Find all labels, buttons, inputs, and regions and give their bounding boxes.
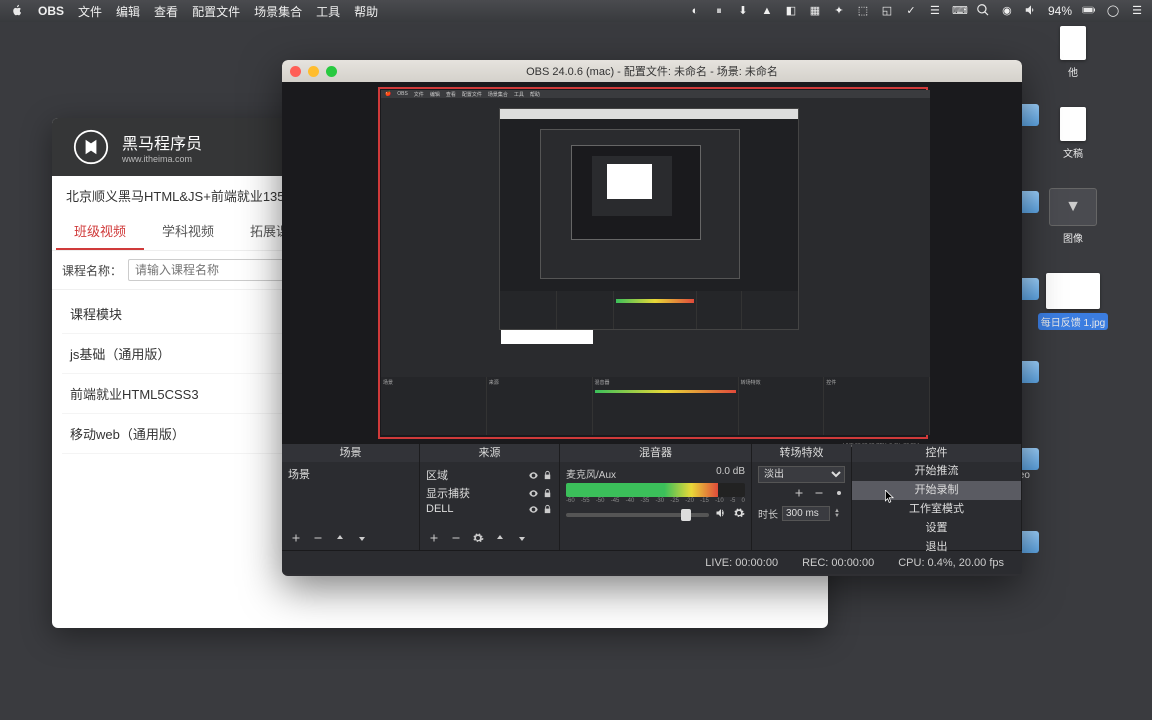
panel-transition: 转场特效 淡出 时长▲▼ — [752, 444, 852, 550]
duration-label: 时长 — [758, 506, 778, 521]
source-item[interactable]: 区域 — [426, 466, 553, 484]
desktop-file[interactable]: 他 — [1043, 26, 1103, 79]
minimize-icon[interactable] — [308, 66, 319, 77]
tray-icon[interactable]: ▲ — [760, 4, 774, 18]
source-item[interactable]: DELL — [426, 502, 553, 516]
remove-icon[interactable] — [813, 487, 825, 502]
panel-title: 控件 — [926, 447, 948, 459]
obs-panels: 场景 场景 来源 区域 显示捕获 DELL — [282, 443, 1022, 550]
tray-icon[interactable]: ⬚ — [856, 4, 870, 18]
status-rec: REC: 00:00:00 — [802, 557, 874, 569]
search-icon[interactable] — [976, 3, 990, 20]
menu-view[interactable]: 查看 — [154, 3, 178, 20]
menu-edit[interactable]: 编辑 — [116, 3, 140, 20]
panel-title: 场景 — [340, 447, 362, 459]
gear-icon[interactable] — [733, 507, 745, 522]
start-record-button[interactable]: 开始录制 — [852, 481, 1021, 500]
lock-icon[interactable] — [542, 504, 553, 515]
tray-icon[interactable]: ◧ — [784, 4, 798, 18]
tray-icon[interactable]: ◯ — [1106, 4, 1120, 18]
panel-title: 来源 — [479, 447, 501, 459]
down-icon[interactable] — [516, 531, 528, 549]
mixer-level: 0.0 dB — [716, 466, 745, 481]
start-stream-button[interactable]: 开始推流 — [852, 462, 1021, 481]
panel-controls: 控件 开始推流 开始录制 工作室模式 设置 退出 — [852, 444, 1022, 550]
eye-icon[interactable] — [528, 504, 539, 515]
lock-icon[interactable] — [542, 470, 553, 481]
menu-app[interactable]: OBS — [38, 4, 64, 18]
settings-button[interactable]: 设置 — [852, 519, 1021, 538]
status-live: LIVE: 00:00:00 — [705, 557, 778, 569]
cursor-icon — [885, 490, 895, 504]
eye-icon[interactable] — [528, 470, 539, 481]
menu-scenes[interactable]: 场景集合 — [254, 3, 302, 20]
menu-file[interactable]: 文件 — [78, 3, 102, 20]
eye-icon[interactable] — [528, 488, 539, 499]
desktop-file-docs[interactable]: 文稿 — [1043, 107, 1103, 160]
tab-class-video[interactable]: 班级视频 — [56, 213, 144, 250]
menu-tools[interactable]: 工具 — [316, 3, 340, 20]
tray-icon[interactable]: ✦ — [832, 4, 846, 18]
transition-select[interactable]: 淡出 — [758, 466, 845, 483]
up-icon[interactable] — [494, 531, 506, 549]
tray-icon[interactable]: ☰ — [928, 4, 942, 18]
logo-title: 黑马程序员 — [122, 130, 202, 154]
tray-icon[interactable]: ◐ — [688, 4, 702, 18]
remove-icon[interactable] — [312, 531, 324, 549]
close-icon[interactable] — [290, 66, 301, 77]
mixer-channel: 麦克风/Aux — [566, 466, 616, 481]
volume-icon[interactable] — [1024, 3, 1038, 20]
battery-icon — [1082, 3, 1096, 20]
course-search-input[interactable] — [128, 259, 297, 281]
menu-help[interactable]: 帮助 — [354, 3, 378, 20]
heima-logo-icon — [70, 128, 112, 166]
panel-title: 转场特效 — [780, 447, 824, 459]
desktop-images-stack[interactable]: ▼图像 — [1043, 188, 1103, 245]
macos-menubar: OBS 文件 编辑 查看 配置文件 场景集合 工具 帮助 ◐ ⏸ ⬇ ▲ ◧ ▦… — [0, 0, 1152, 22]
tray-icon[interactable]: ⬇ — [736, 4, 750, 18]
apple-icon[interactable] — [10, 3, 24, 20]
add-icon[interactable] — [793, 487, 805, 502]
gear-icon[interactable] — [833, 487, 845, 502]
zoom-icon[interactable] — [326, 66, 337, 77]
menu-profile[interactable]: 配置文件 — [192, 3, 240, 20]
down-icon[interactable] — [356, 531, 368, 549]
duration-input[interactable] — [782, 506, 830, 521]
panel-mixer: 混音器 麦克风/Aux 0.0 dB -60-55-50-45-40-35-30-… — [560, 444, 752, 550]
desktop-thumb[interactable]: 每日反馈 1.jpg — [1033, 273, 1113, 330]
tray-icon[interactable]: ⏸ — [712, 4, 726, 18]
obs-preview[interactable]: 🍎OBS文件编辑查看配置文件场景集合工具帮助 ● 黑马程序员 北京顺义黑马HTM… — [282, 82, 1022, 443]
battery-text: 94% — [1048, 4, 1072, 18]
tray-icon[interactable]: ⌨ — [952, 4, 966, 18]
logo-subtitle: www.itheima.com — [122, 154, 202, 164]
lock-icon[interactable] — [542, 488, 553, 499]
siri-icon[interactable]: ◉ — [1000, 4, 1014, 18]
panel-scenes: 场景 场景 — [282, 444, 420, 550]
tray-icon[interactable]: ◱ — [880, 4, 894, 18]
speaker-icon[interactable] — [715, 507, 727, 522]
up-icon[interactable] — [334, 531, 346, 549]
obs-titlebar[interactable]: OBS 24.0.6 (mac) - 配置文件: 未命名 - 场景: 未命名 — [282, 60, 1022, 82]
exit-button[interactable]: 退出 — [852, 538, 1021, 557]
tab-subject-video[interactable]: 学科视频 — [144, 213, 232, 250]
add-icon[interactable] — [290, 531, 302, 549]
status-cpu: CPU: 0.4%, 20.00 fps — [898, 557, 1004, 569]
obs-title: OBS 24.0.6 (mac) - 配置文件: 未命名 - 场景: 未命名 — [526, 63, 778, 79]
panel-sources: 来源 区域 显示捕获 DELL — [420, 444, 560, 550]
tray-icon[interactable]: ▦ — [808, 4, 822, 18]
obs-window: OBS 24.0.6 (mac) - 配置文件: 未命名 - 场景: 未命名 🍎… — [282, 60, 1022, 576]
audio-meter — [566, 483, 745, 497]
panel-title: 混音器 — [639, 447, 672, 459]
studio-mode-button[interactable]: 工作室模式 — [852, 500, 1021, 519]
search-label: 课程名称： — [62, 262, 122, 279]
remove-icon[interactable] — [450, 531, 462, 549]
gear-icon[interactable] — [472, 531, 484, 549]
add-icon[interactable] — [428, 531, 440, 549]
scene-item[interactable]: 场景 — [288, 466, 413, 482]
volume-slider[interactable] — [566, 513, 709, 517]
notifications-icon[interactable]: ☰ — [1130, 4, 1144, 18]
meter-ticks: -60-55-50-45-40-35-30-25-20-15-10-50 — [566, 498, 745, 504]
source-item[interactable]: 显示捕获 — [426, 484, 553, 502]
tray-icon[interactable]: ✓ — [904, 4, 918, 18]
